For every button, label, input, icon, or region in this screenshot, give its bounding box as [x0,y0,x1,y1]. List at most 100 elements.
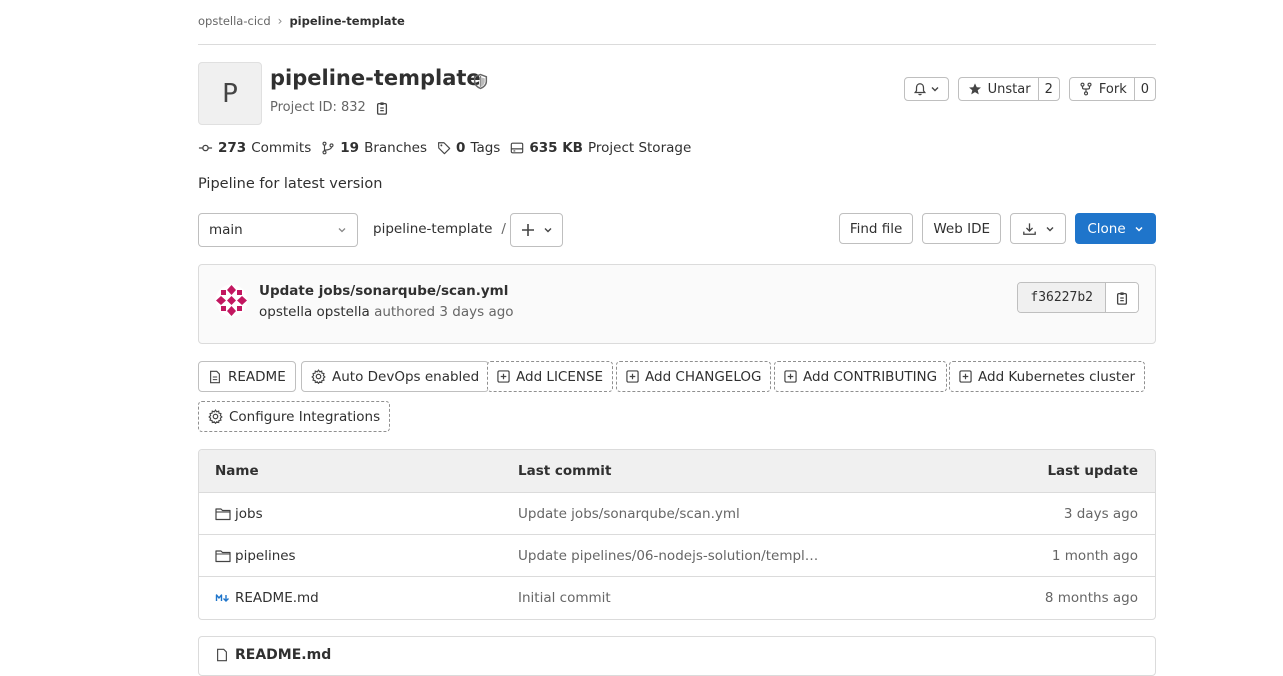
add-license-link[interactable]: Add LICENSE [487,361,614,392]
last-commit-panel: Update jobs/sonarqube/scan.yml opstella … [198,264,1156,344]
file-tree-table: Name Last commit Last update jobs Update… [198,449,1156,620]
folder-icon [215,549,231,563]
storage-icon [510,141,524,155]
add-changelog-label: Add CHANGELOG [645,368,762,385]
project-header-actions: Unstar 2 Fork 0 [903,77,1156,101]
tags-label: Tags [470,140,501,156]
auto-devops-link[interactable]: Auto DevOps enabled [301,361,490,392]
fork-button-group: Fork 0 [1068,77,1156,101]
chevron-down-icon [543,225,553,235]
branch-selector-value: main [209,222,243,238]
file-name-cell: jobs [199,506,518,522]
fork-label: Fork [1098,81,1127,97]
project-description: Pipeline for latest version [198,176,383,192]
commits-count: 273 [218,140,247,156]
commit-authored-time: authored 3 days ago [374,304,514,320]
breadcrumb-group-link[interactable]: opstella-cicd [198,14,271,28]
star-count[interactable]: 2 [1039,78,1059,100]
gear-icon [208,409,223,424]
web-ide-button[interactable]: Web IDE [922,213,1001,244]
bell-icon [913,82,927,96]
table-row[interactable]: README.md Initial commit 8 months ago [199,577,1155,619]
commit-sha-group: f36227b2 [1017,282,1139,313]
markdown-icon [215,591,231,605]
chevron-down-icon [1134,224,1144,234]
column-header-name: Name [215,463,259,479]
column-header-last-update: Last update [1047,463,1138,479]
add-kubernetes-cluster-label: Add Kubernetes cluster [978,368,1136,385]
table-row[interactable]: jobs Update jobs/sonarqube/scan.yml 3 da… [199,493,1155,535]
download-button[interactable] [1010,213,1066,244]
plus-square-icon [497,370,510,383]
configure-integrations-label: Configure Integrations [229,408,381,425]
notifications-button[interactable] [903,77,949,101]
tags-stat-link[interactable]: 0 Tags [437,140,500,156]
readme-link[interactable]: README [198,361,296,392]
storage-stat-link[interactable]: 635 KB Project Storage [510,140,691,156]
file-name-link[interactable]: README.md [235,590,319,606]
find-file-button[interactable]: Find file [838,213,914,244]
path-separator: / [501,221,506,237]
commit-sha[interactable]: f36227b2 [1018,283,1106,312]
row-commit-link[interactable]: Update jobs/sonarqube/scan.yml [518,506,918,522]
row-commit-link[interactable]: Update pipelines/06-nodejs-solution/temp… [518,548,918,564]
unstar-label: Unstar [987,81,1031,97]
clone-button[interactable]: Clone [1075,213,1156,244]
download-icon [1022,222,1037,236]
commit-author-link[interactable]: opstella opstella [259,304,370,320]
project-id: Project ID: 832 [270,100,389,115]
row-updated-time: 8 months ago [1044,590,1138,606]
copy-icon [1115,291,1129,305]
file-name-cell: pipelines [199,548,518,564]
configure-integrations-link[interactable]: Configure Integrations [198,401,391,432]
gear-icon [311,369,326,384]
add-contributing-link[interactable]: Add CONTRIBUTING [774,361,948,392]
commit-icon [198,141,213,155]
file-icon [215,648,229,662]
column-header-last-commit: Last commit [518,463,612,479]
readme-link-label: README [228,368,286,385]
star-button-group: Unstar 2 [957,77,1060,101]
table-row[interactable]: pipelines Update pipelines/06-nodejs-sol… [199,535,1155,577]
commits-stat-link[interactable]: 273 Commits [198,140,311,156]
branches-stat-link[interactable]: 19 Branches [321,140,427,156]
file-name-link[interactable]: pipelines [235,548,296,564]
plus-square-icon [784,370,797,383]
file-name-link[interactable]: jobs [235,506,263,522]
branch-selector[interactable]: main [198,213,358,247]
table-header: Name Last commit Last update [199,450,1155,493]
tags-count: 0 [456,140,466,156]
add-to-tree-button[interactable] [510,213,563,247]
project-id-text: Project ID: 832 [270,100,366,115]
row-commit-link[interactable]: Initial commit [518,590,918,606]
plus-square-icon [626,370,639,383]
readme-panel-title: README.md [215,647,331,663]
author-avatar[interactable] [215,284,248,317]
project-stats: 273 Commits 19 Branches 0 Tags 635 KB Pr… [198,140,691,156]
storage-size: 635 KB [529,140,583,156]
branch-icon [321,141,335,155]
storage-label: Project Storage [587,140,692,156]
row-updated-time: 1 month ago [1051,547,1138,564]
breadcrumb-project-link[interactable]: pipeline-template [289,14,404,28]
unstar-button[interactable]: Unstar [959,78,1039,100]
add-changelog-link[interactable]: Add CHANGELOG [616,361,772,392]
copy-project-id-icon[interactable] [375,101,389,115]
commits-label: Commits [251,140,312,156]
fork-count[interactable]: 0 [1135,78,1155,100]
star-icon [968,82,982,96]
visibility-shield-icon [472,73,489,90]
branches-count: 19 [340,140,360,156]
chevron-down-icon [337,225,347,235]
clone-label: Clone [1087,220,1126,237]
project-title[interactable]: pipeline-template [270,66,481,90]
readme-panel: README.md [198,636,1156,676]
repo-root-link[interactable]: pipeline-template [373,221,492,237]
copy-sha-button[interactable] [1106,283,1138,312]
fork-button[interactable]: Fork [1070,78,1135,100]
add-license-label: Add LICENSE [516,368,604,385]
repo-path-breadcrumb: pipeline-template / [373,221,506,237]
add-kubernetes-cluster-link[interactable]: Add Kubernetes cluster [949,361,1146,392]
tag-icon [437,141,451,155]
last-commit-title[interactable]: Update jobs/sonarqube/scan.yml [259,283,508,299]
